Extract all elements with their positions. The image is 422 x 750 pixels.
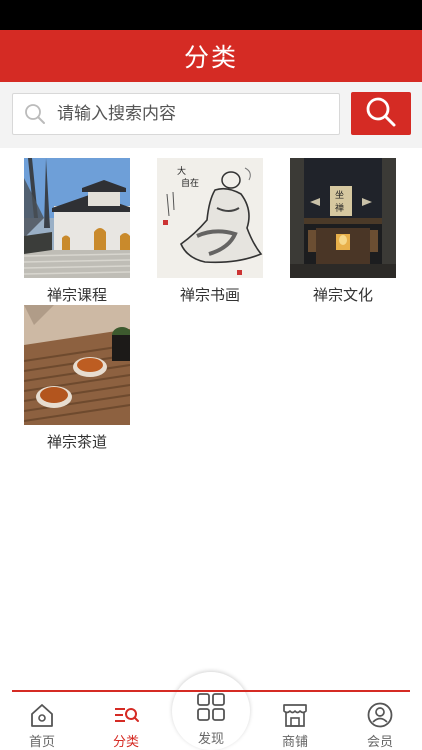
category-label: 禅宗书画 bbox=[179, 286, 240, 304]
category-item[interactable]: 坐 禅 禅宗文化 bbox=[290, 158, 396, 305]
status-bar bbox=[0, 0, 422, 30]
category-label: 禅宗文化 bbox=[312, 286, 373, 304]
svg-text:坐: 坐 bbox=[335, 190, 344, 201]
category-item[interactable]: 禅宗茶道 bbox=[24, 305, 130, 452]
svg-text:自在: 自在 bbox=[181, 177, 199, 189]
category-image-hall: 坐 禅 bbox=[290, 158, 396, 278]
search-box[interactable] bbox=[12, 93, 340, 135]
bottom-tab-bar: 首页 分类 发现 商铺 会员 bbox=[0, 672, 422, 750]
category-icon bbox=[111, 700, 141, 730]
tab-member[interactable]: 会员 bbox=[338, 694, 422, 750]
header: 分类 bbox=[0, 30, 422, 82]
category-image-tea bbox=[24, 305, 130, 425]
tab-label: 发现 bbox=[197, 732, 224, 747]
tab-category[interactable]: 分类 bbox=[84, 694, 168, 750]
svg-text:大: 大 bbox=[177, 165, 186, 177]
category-label: 禅宗茶道 bbox=[46, 433, 107, 451]
search-icon bbox=[13, 94, 57, 134]
tab-label: 首页 bbox=[28, 735, 55, 750]
home-icon bbox=[27, 700, 57, 730]
search-button[interactable] bbox=[351, 92, 411, 135]
category-label: 禅宗课程 bbox=[46, 286, 107, 304]
tab-discover[interactable]: 发现 bbox=[169, 682, 253, 750]
tab-home[interactable]: 首页 bbox=[0, 694, 84, 750]
category-item[interactable]: 大 自在 禅宗书画 bbox=[157, 158, 263, 305]
category-image-temple bbox=[24, 158, 130, 278]
tab-store[interactable]: 商铺 bbox=[253, 694, 337, 750]
svg-text:禅: 禅 bbox=[335, 202, 344, 214]
search-area bbox=[0, 82, 422, 148]
user-icon bbox=[365, 700, 395, 730]
search-input[interactable] bbox=[57, 104, 327, 124]
category-item[interactable]: 禅宗课程 bbox=[24, 158, 130, 305]
page-title: 分类 bbox=[183, 43, 238, 72]
search-icon bbox=[365, 96, 397, 132]
category-image-painting: 大 自在 bbox=[157, 158, 263, 278]
tab-label: 商铺 bbox=[281, 735, 308, 750]
tab-label: 分类 bbox=[112, 735, 139, 750]
store-icon bbox=[280, 700, 310, 730]
tab-label: 会员 bbox=[366, 735, 393, 750]
grid-icon bbox=[194, 690, 228, 724]
